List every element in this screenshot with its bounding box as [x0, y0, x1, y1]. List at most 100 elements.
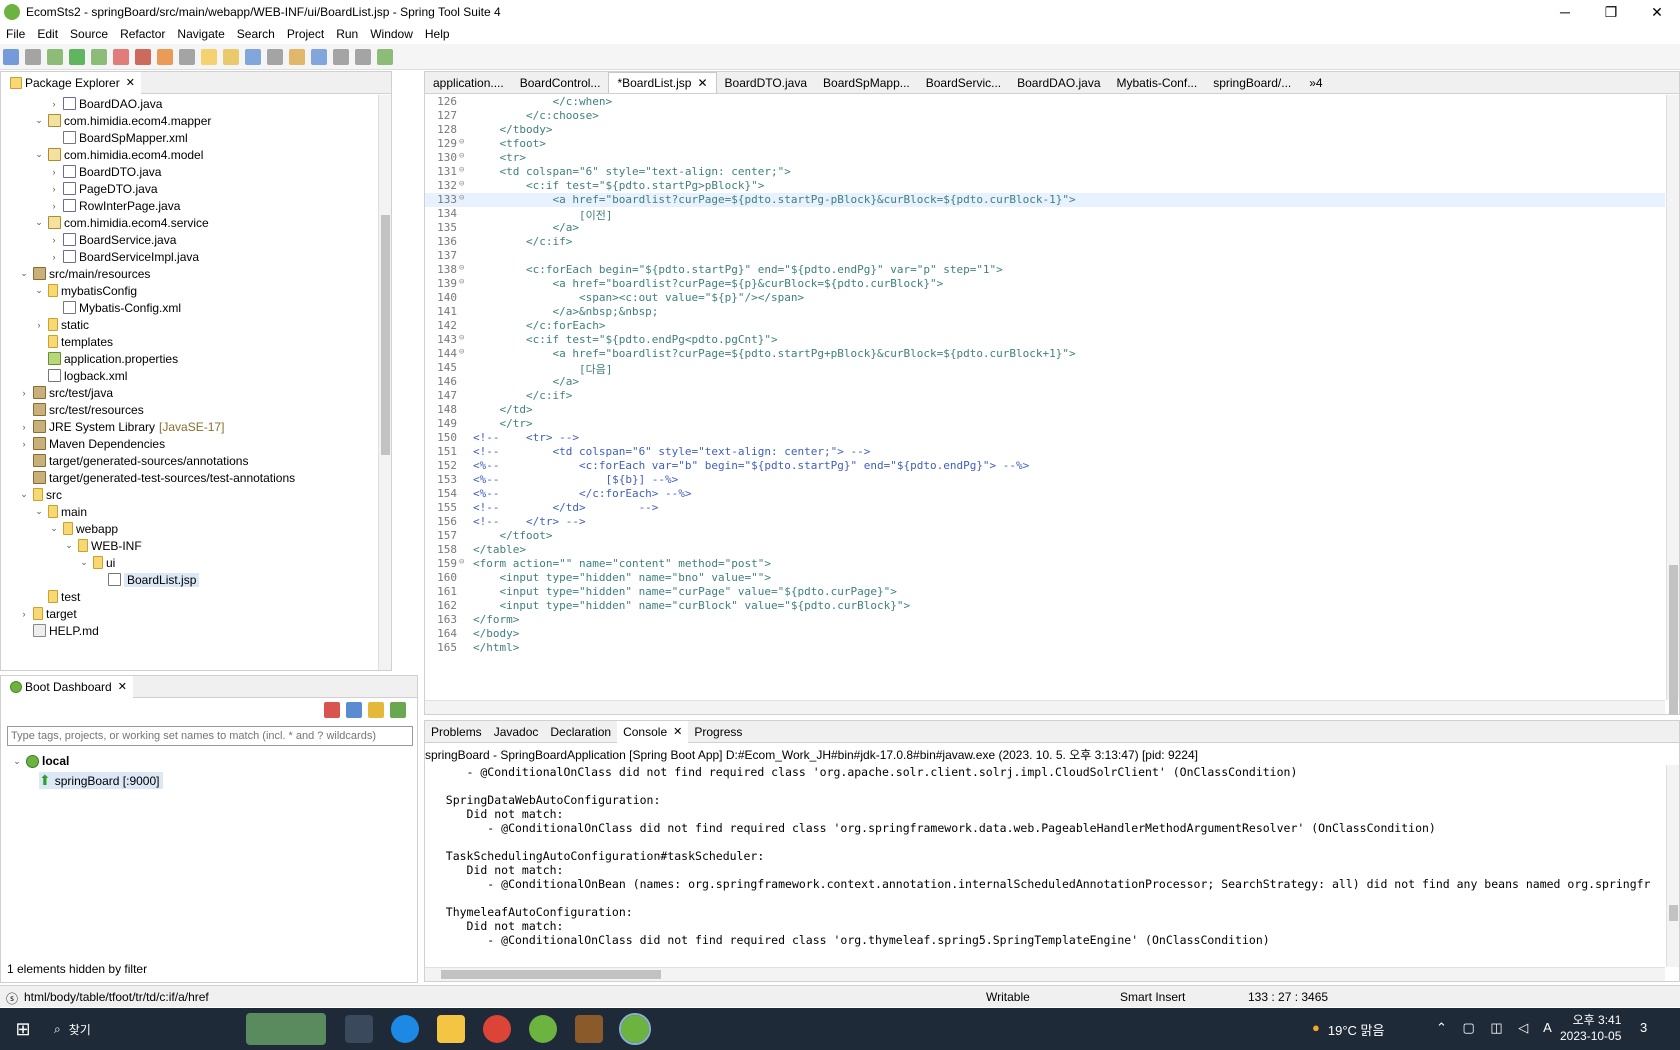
close-icon[interactable]: ✕: [697, 76, 707, 90]
code-line[interactable]: 148 </td>: [425, 403, 1665, 417]
tab-javadoc[interactable]: Javadoc: [488, 721, 545, 743]
close-icon[interactable]: ✕: [126, 76, 135, 89]
menu-window[interactable]: Window: [364, 27, 419, 41]
fold-marker-icon[interactable]: ⊖: [459, 333, 469, 347]
expand-toggle-icon[interactable]: ⌄: [18, 268, 30, 279]
expand-toggle-icon[interactable]: ›: [48, 99, 60, 109]
fold-marker-icon[interactable]: [459, 221, 469, 235]
tree-item[interactable]: logback.xml: [1, 367, 377, 384]
fold-marker-icon[interactable]: ⊖: [459, 165, 469, 179]
fold-marker-icon[interactable]: [459, 445, 469, 459]
code-line[interactable]: 136 </c:if>: [425, 235, 1665, 249]
tab-declaration[interactable]: Declaration: [544, 721, 617, 743]
toolbar-button-icon[interactable]: [47, 48, 63, 65]
editor-tab[interactable]: BoardControl...: [512, 72, 609, 93]
code-line[interactable]: 145 [다음]: [425, 361, 1665, 376]
toolbar-button-icon[interactable]: [113, 48, 129, 65]
code-line[interactable]: 162 <input type="hidden" name="curBlock"…: [425, 599, 1665, 613]
fold-marker-icon[interactable]: [459, 235, 469, 249]
code-line[interactable]: 131 ⊖ <td colspan="6" style="text-align: …: [425, 165, 1665, 179]
toolbar-button-icon[interactable]: [355, 48, 371, 65]
console-output[interactable]: - @ConditionalOnClass did not find requi…: [425, 765, 1665, 967]
clock[interactable]: 오후 3:41 2023-10-05: [1560, 1012, 1621, 1044]
tree-scrollbar[interactable]: [378, 95, 391, 670]
local-node[interactable]: ⌄ local: [11, 754, 69, 768]
expand-toggle-icon[interactable]: ⌄: [78, 557, 90, 568]
tree-item[interactable]: ⌄ src/main/resources: [1, 265, 377, 282]
code-line[interactable]: 150 <!-- <tr> -->: [425, 431, 1665, 445]
expand-toggle-icon[interactable]: ›: [18, 422, 30, 432]
code-line[interactable]: 165 </html>: [425, 641, 1665, 655]
fold-marker-icon[interactable]: [459, 459, 469, 473]
tab-package-explorer[interactable]: Package Explorer ✕: [1, 71, 141, 94]
toolbar-button-icon[interactable]: [179, 48, 195, 65]
tree-item[interactable]: ⌄ ui: [1, 554, 377, 571]
tab-boot-dashboard[interactable]: Boot Dashboard ✕: [1, 675, 133, 698]
tree-item[interactable]: › JRE System Library [JavaSE-17]: [1, 418, 377, 435]
fold-marker-icon[interactable]: [459, 599, 469, 613]
fold-marker-icon[interactable]: [459, 543, 469, 557]
expand-toggle-icon[interactable]: ⌄: [63, 540, 75, 551]
maximize-button[interactable]: ❐: [1588, 0, 1634, 24]
app-node-springboard[interactable]: ⬆ springBoard [:9000]: [39, 772, 164, 789]
expand-toggle-icon[interactable]: ›: [48, 252, 60, 262]
fold-marker-icon[interactable]: [459, 403, 469, 417]
console-hscrollbar[interactable]: [425, 967, 1665, 981]
fold-marker-icon[interactable]: ⊖: [459, 179, 469, 193]
tab-overflow[interactable]: »4: [1309, 76, 1322, 90]
tree-item[interactable]: application.properties: [1, 350, 377, 367]
menu-refactor[interactable]: Refactor: [114, 27, 171, 41]
editor-tab[interactable]: Mybatis-Conf...: [1109, 72, 1206, 93]
code-line[interactable]: 159 ⊖ <form action="" name="content" metho…: [425, 557, 1665, 571]
code-line[interactable]: 156 <!-- </tr> -->: [425, 515, 1665, 529]
code-line[interactable]: 138 ⊖ <c:forEach begin="${pdto.startPg}" …: [425, 263, 1665, 277]
fold-marker-icon[interactable]: [459, 375, 469, 389]
toolbar-button-icon[interactable]: [311, 48, 327, 65]
code-line[interactable]: 126 </c:when>: [425, 95, 1665, 109]
tree-item[interactable]: target/generated-test-sources/test-annot…: [1, 469, 377, 486]
tree-item[interactable]: › static: [1, 316, 377, 333]
fold-marker-icon[interactable]: ⊖: [459, 137, 469, 151]
menu-navigate[interactable]: Navigate: [171, 27, 230, 41]
toolbar-button-icon[interactable]: [135, 48, 151, 65]
toolbar-button-icon[interactable]: [69, 48, 85, 65]
code-line[interactable]: 154 <%-- </c:forEach> --%>: [425, 487, 1665, 501]
toolbar-button-icon[interactable]: [25, 48, 41, 65]
code-line[interactable]: 158 </table>: [425, 543, 1665, 557]
stop-icon[interactable]: [324, 702, 340, 718]
fold-marker-icon[interactable]: [459, 319, 469, 333]
code-line[interactable]: 141 </a>&nbsp;&nbsp;: [425, 305, 1665, 319]
expand-toggle-icon[interactable]: ⌄: [33, 506, 45, 517]
editor-tab[interactable]: *BoardList.jsp ✕: [608, 72, 717, 93]
fold-marker-icon[interactable]: [459, 641, 469, 655]
code-line[interactable]: 153 <%-- [${b}] --%>: [425, 473, 1665, 487]
editor-tab[interactable]: BoardDTO.java: [717, 72, 815, 93]
code-line[interactable]: 152 <%-- <c:forEach var="b" begin="${pdto…: [425, 459, 1665, 473]
editor-tab[interactable]: springBoard/...: [1205, 72, 1299, 93]
editor-tab[interactable]: BoardSpMapp...: [815, 72, 918, 93]
menu-edit[interactable]: Edit: [31, 27, 64, 41]
code-line[interactable]: 142 </c:forEach>: [425, 319, 1665, 333]
code-line[interactable]: 143 ⊖ <c:if test="${pdto.endPg<pdto.pgCnt…: [425, 333, 1665, 347]
expand-toggle-icon[interactable]: ⌄: [48, 523, 60, 534]
toolbar-button-icon[interactable]: [201, 48, 217, 65]
fold-marker-icon[interactable]: ⊖: [459, 151, 469, 165]
code-line[interactable]: 149 </tr>: [425, 417, 1665, 431]
fold-marker-icon[interactable]: [459, 109, 469, 123]
tree-item[interactable]: templates: [1, 333, 377, 350]
editor-tab[interactable]: BoardDAO.java: [1009, 72, 1108, 93]
close-button[interactable]: ✕: [1634, 0, 1680, 24]
tree-item[interactable]: › target: [1, 605, 377, 622]
tree-item[interactable]: Mybatis-Config.xml: [1, 299, 377, 316]
tree-item[interactable]: src/test/resources: [1, 401, 377, 418]
expand-toggle-icon[interactable]: ›: [48, 167, 60, 177]
toolbar-button-icon[interactable]: [377, 48, 393, 65]
code-line[interactable]: 161 <input type="hidden" name="curPage" …: [425, 585, 1665, 599]
expand-toggle-icon[interactable]: ⌄: [18, 489, 30, 500]
expand-toggle-icon[interactable]: ⌄: [33, 149, 45, 160]
task-view-icon[interactable]: [345, 1015, 373, 1043]
tree-item[interactable]: ⌄ main: [1, 503, 377, 520]
tree-item[interactable]: BoardList.jsp: [1, 571, 377, 588]
fold-marker-icon[interactable]: [459, 627, 469, 641]
tree-item[interactable]: › RowInterPage.java: [1, 197, 377, 214]
